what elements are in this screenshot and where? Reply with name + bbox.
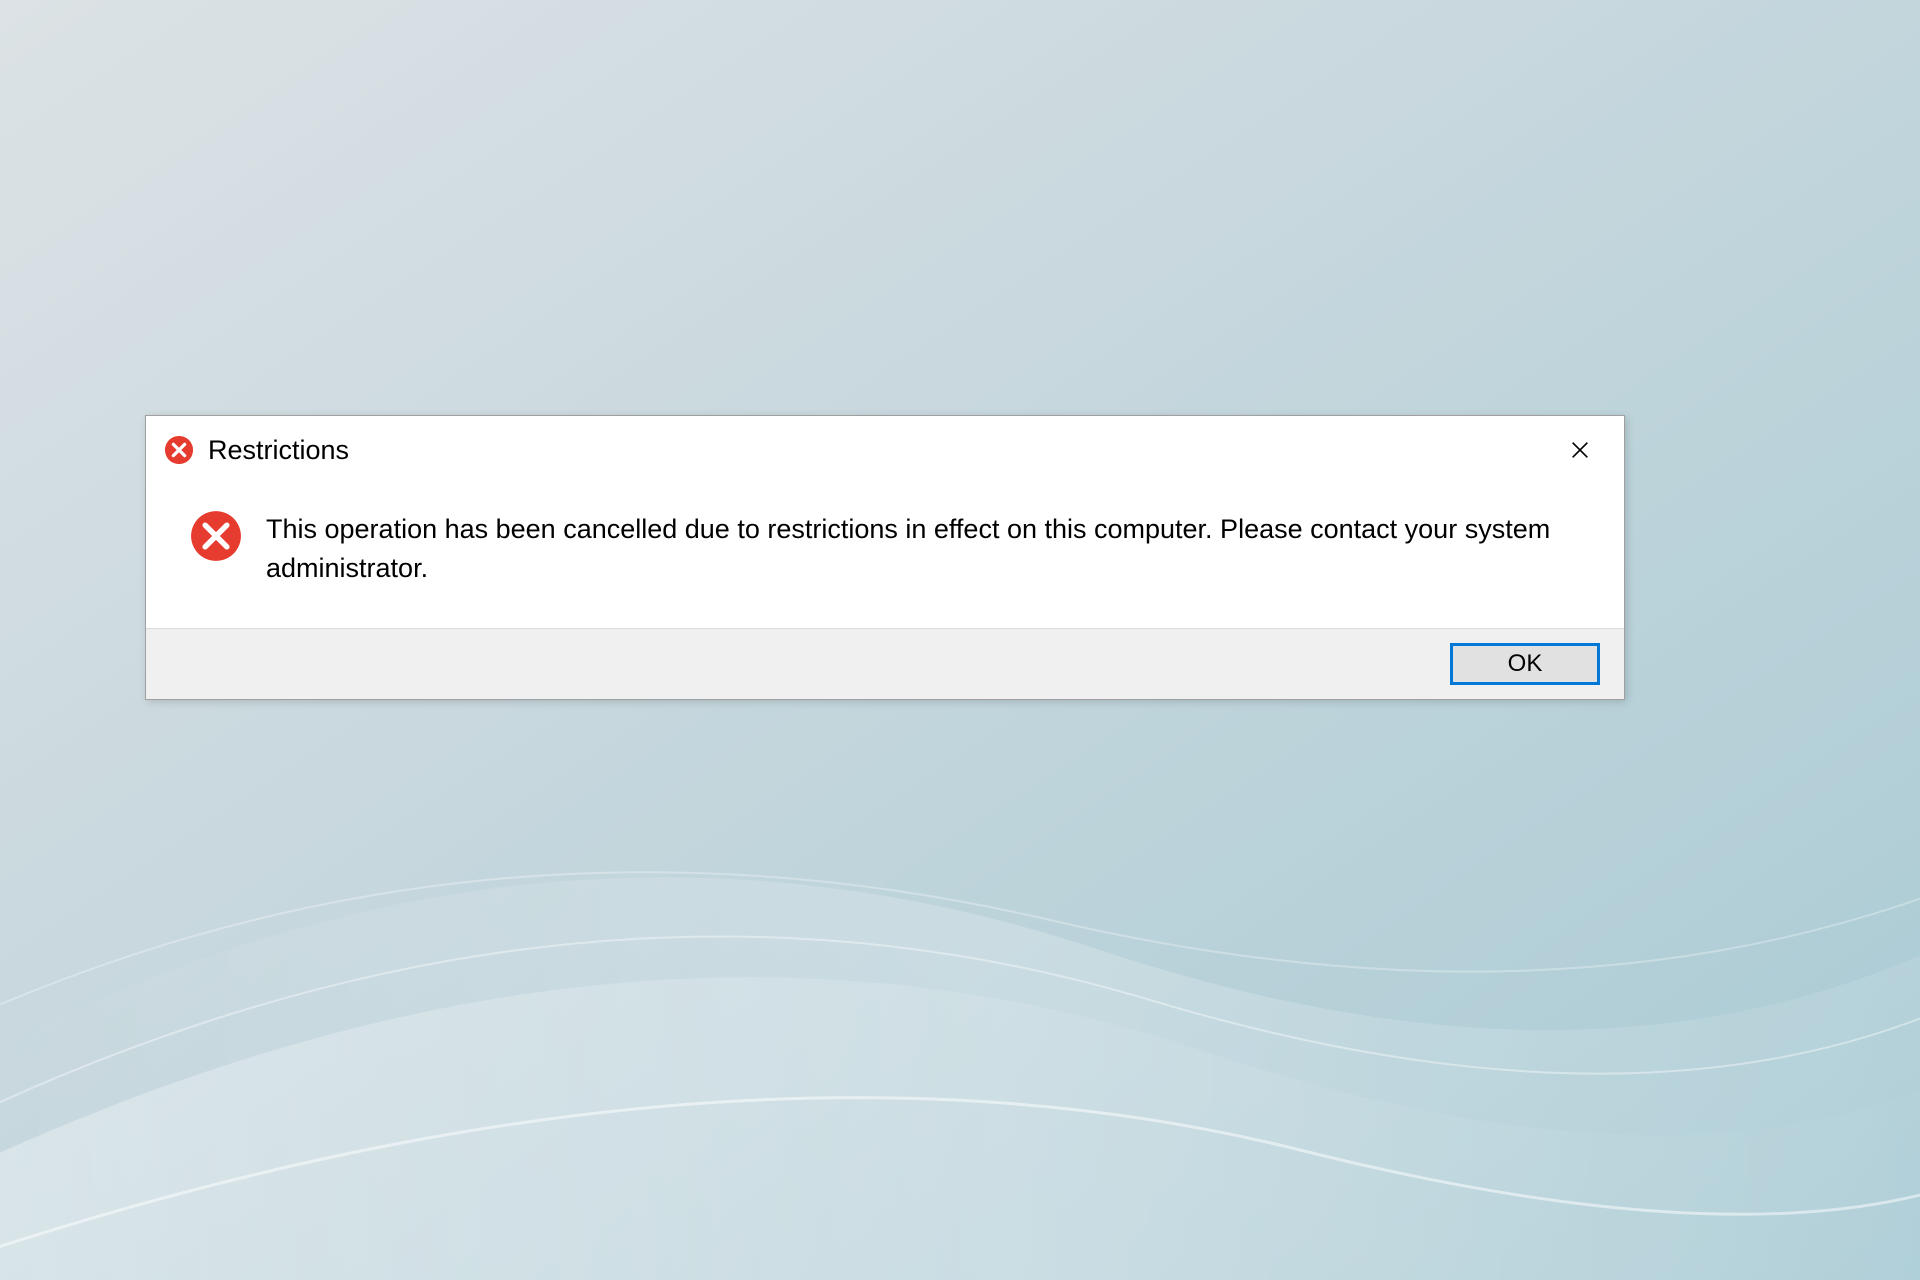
restrictions-dialog: Restrictions This operation has been can… <box>145 415 1625 700</box>
dialog-message: This operation has been cancelled due to… <box>266 510 1594 588</box>
close-button[interactable] <box>1560 430 1600 470</box>
dialog-content: This operation has been cancelled due to… <box>146 480 1624 628</box>
error-icon <box>190 510 242 562</box>
dialog-button-bar: OK <box>146 628 1624 699</box>
error-icon <box>164 435 194 465</box>
dialog-titlebar[interactable]: Restrictions <box>146 416 1624 480</box>
dialog-title: Restrictions <box>208 435 1560 466</box>
ok-button[interactable]: OK <box>1450 643 1600 685</box>
